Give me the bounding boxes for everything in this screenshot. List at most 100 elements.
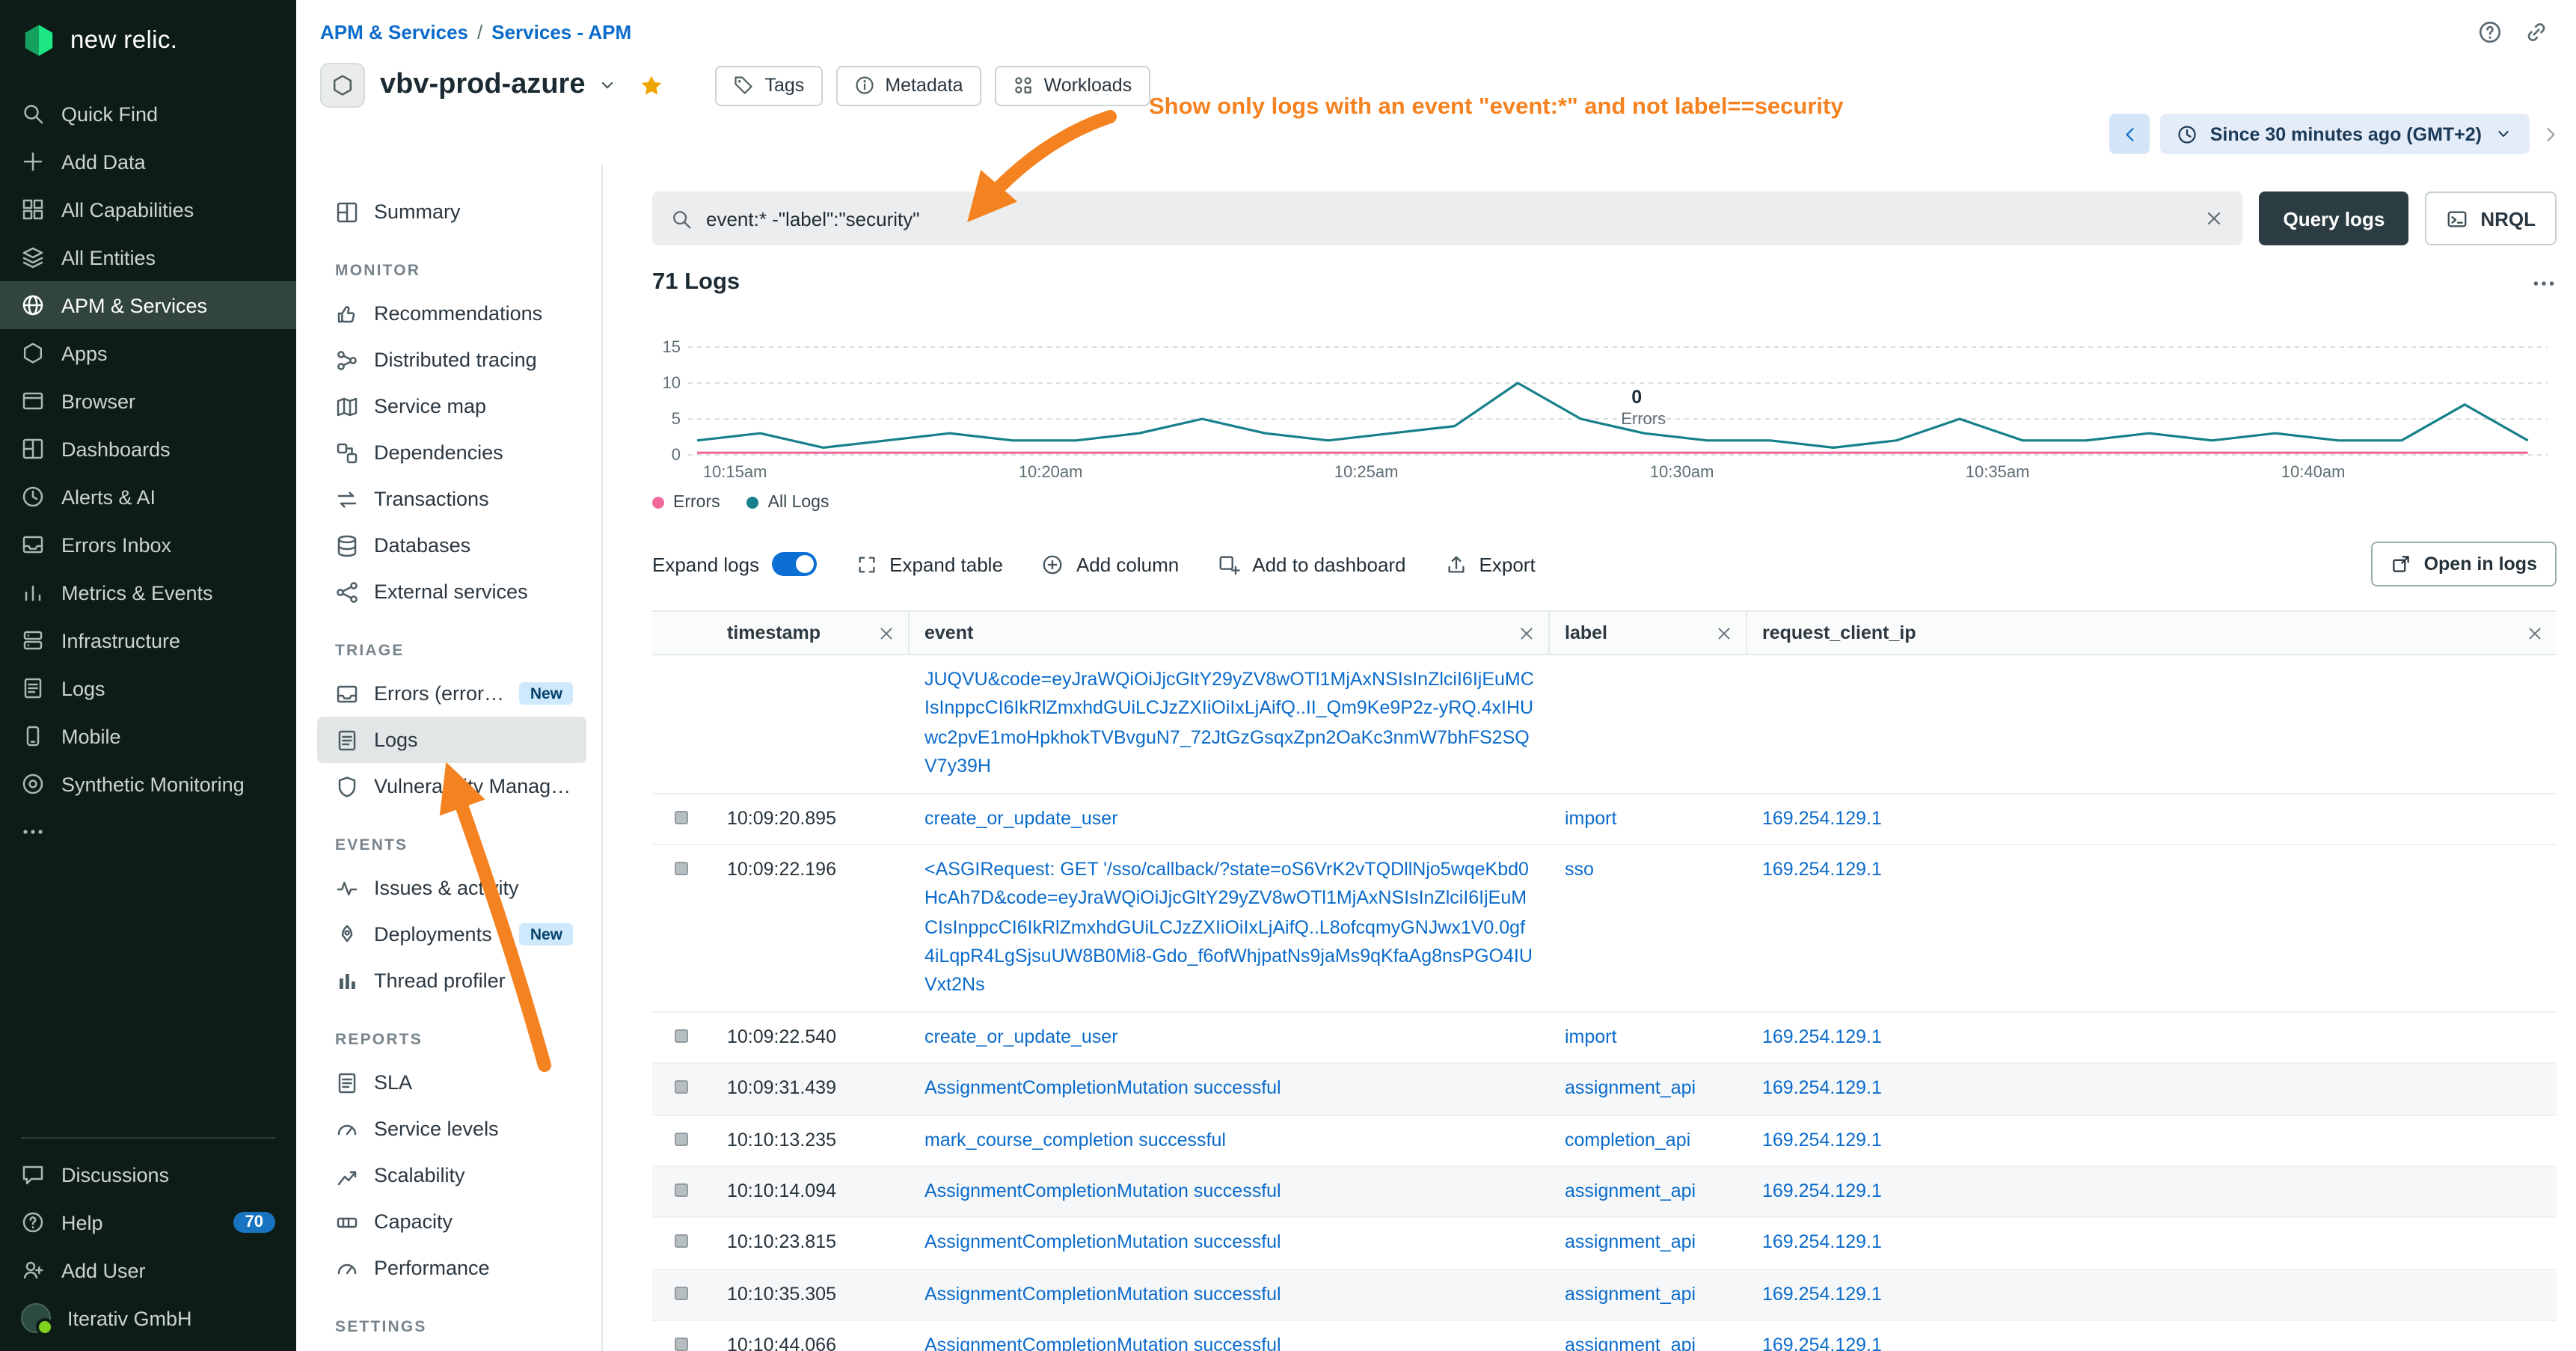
- entity-nav-item-service-map[interactable]: Service map: [317, 383, 586, 429]
- request-ip-link[interactable]: 169.254.129.1: [1762, 1335, 1882, 1351]
- global-nav-item-apm-services[interactable]: APM & Services: [0, 281, 296, 329]
- log-row[interactable]: 10:10:23.815AssignmentCompletionMutation…: [652, 1219, 2557, 1270]
- entity-nav-item-performance[interactable]: Performance: [317, 1245, 586, 1291]
- event-link[interactable]: AssignmentCompletionMutation successful: [924, 1232, 1281, 1253]
- log-row[interactable]: 10:10:35.305AssignmentCompletionMutation…: [652, 1269, 2557, 1321]
- nrql-button[interactable]: NRQL: [2425, 192, 2557, 245]
- global-nav-item-synthetic-monitoring[interactable]: Synthetic Monitoring: [0, 760, 296, 808]
- global-nav-item-dashboards[interactable]: Dashboards: [0, 425, 296, 473]
- entity-nav-item-scalability[interactable]: Scalability: [317, 1152, 586, 1198]
- column-header-request-client-ip[interactable]: request_client_ip: [1747, 612, 2557, 654]
- label-link[interactable]: assignment_api: [1565, 1283, 1696, 1304]
- time-forward-button[interactable]: [2540, 123, 2561, 144]
- legend-item-errors[interactable]: Errors: [652, 494, 720, 512]
- query-input[interactable]: [706, 207, 2190, 230]
- entity-name[interactable]: vbv-prod-azure: [380, 69, 586, 102]
- request-ip-link[interactable]: 169.254.129.1: [1762, 1283, 1882, 1304]
- request-ip-link[interactable]: 169.254.129.1: [1762, 1026, 1882, 1047]
- workloads-button[interactable]: Workloads: [995, 65, 1150, 105]
- event-link[interactable]: AssignmentCompletionMutation successful: [924, 1283, 1281, 1304]
- log-row[interactable]: JUQVU&code=eyJraWQiOiJjcGltY29yZV8wOTl1M…: [652, 655, 2557, 794]
- request-ip-link[interactable]: 169.254.129.1: [1762, 807, 1882, 828]
- event-link[interactable]: AssignmentCompletionMutation successful: [924, 1335, 1281, 1351]
- entity-nav-item-vulnerability-management[interactable]: Vulnerability Management: [317, 763, 586, 809]
- global-nav-item-all-capabilities[interactable]: All Capabilities: [0, 186, 296, 233]
- entity-nav-item-recommendations[interactable]: Recommendations: [317, 290, 586, 337]
- global-nav-item-errors-inbox[interactable]: Errors Inbox: [0, 521, 296, 569]
- log-row[interactable]: 10:10:14.094AssignmentCompletionMutation…: [652, 1167, 2557, 1219]
- metadata-button[interactable]: Metadata: [835, 65, 981, 105]
- add-to-dashboard-button[interactable]: Add to dashboard: [1218, 553, 1405, 575]
- expand-logs-control[interactable]: Expand logs: [652, 552, 816, 576]
- tags-button[interactable]: Tags: [716, 65, 823, 105]
- global-nav-item-add-data[interactable]: Add Data: [0, 138, 296, 186]
- time-picker[interactable]: Since 30 minutes ago (GMT+2): [2161, 114, 2530, 154]
- add-column-button[interactable]: Add column: [1042, 553, 1179, 575]
- row-handle-icon[interactable]: [675, 1029, 688, 1043]
- event-link[interactable]: AssignmentCompletionMutation successful: [924, 1180, 1281, 1201]
- column-header-label[interactable]: label: [1550, 612, 1747, 654]
- global-nav-item-iterativ-gmbh[interactable]: Iterativ GmbH: [0, 1294, 296, 1342]
- request-ip-link[interactable]: 169.254.129.1: [1762, 1180, 1882, 1201]
- global-nav-item-apps[interactable]: Apps: [0, 329, 296, 377]
- row-handle-icon[interactable]: [675, 1235, 688, 1249]
- expand-logs-toggle[interactable]: [771, 552, 816, 576]
- global-nav-item-add-user[interactable]: Add User: [0, 1246, 296, 1294]
- global-nav-item-quick-find[interactable]: Quick Find: [0, 90, 296, 138]
- event-link[interactable]: <ASGIRequest: GET '/sso/callback/?state=…: [924, 859, 1533, 996]
- row-handle-icon[interactable]: [675, 1286, 688, 1299]
- log-row[interactable]: 10:09:31.439AssignmentCompletionMutation…: [652, 1064, 2557, 1115]
- label-link[interactable]: assignment_api: [1565, 1335, 1696, 1351]
- clear-query-icon[interactable]: [2204, 208, 2224, 229]
- time-back-button[interactable]: [2110, 114, 2150, 154]
- help-icon[interactable]: [2477, 19, 2503, 45]
- global-nav-item-all-entities[interactable]: All Entities: [0, 233, 296, 281]
- request-ip-link[interactable]: 169.254.129.1: [1762, 1129, 1882, 1150]
- request-ip-link[interactable]: 169.254.129.1: [1762, 1232, 1882, 1253]
- entity-nav-item-sla[interactable]: SLA: [317, 1059, 586, 1106]
- global-nav-item-metrics-events[interactable]: Metrics & Events: [0, 569, 296, 616]
- row-handle-icon[interactable]: [675, 1183, 688, 1197]
- label-link[interactable]: completion_api: [1565, 1129, 1690, 1150]
- entity-nav-item-capacity[interactable]: Capacity: [317, 1198, 586, 1245]
- entity-nav-item-issues-activity[interactable]: Issues & activity: [317, 865, 586, 911]
- breadcrumb-link[interactable]: APM & Services: [320, 21, 468, 43]
- event-link[interactable]: JUQVU&code=eyJraWQiOiJjcGltY29yZV8wOTl1M…: [924, 669, 1534, 776]
- favorite-star-icon[interactable]: [640, 73, 665, 98]
- global-nav-item-more[interactable]: [0, 808, 296, 856]
- brand[interactable]: new relic.: [0, 0, 296, 78]
- label-link[interactable]: import: [1565, 807, 1616, 828]
- label-link[interactable]: assignment_api: [1565, 1232, 1696, 1253]
- label-link[interactable]: sso: [1565, 859, 1594, 880]
- log-row[interactable]: 10:09:22.540create_or_update_userimport1…: [652, 1013, 2557, 1064]
- entity-nav-item-errors-errors-inb[interactable]: Errors (errors inb...New: [317, 670, 586, 717]
- event-link[interactable]: create_or_update_user: [924, 1026, 1118, 1047]
- row-handle-icon[interactable]: [675, 1132, 688, 1145]
- global-nav-item-logs[interactable]: Logs: [0, 664, 296, 712]
- row-handle-icon[interactable]: [675, 862, 688, 875]
- log-row[interactable]: 10:10:13.235mark_course_completion succe…: [652, 1115, 2557, 1167]
- export-button[interactable]: Export: [1445, 553, 1536, 575]
- entity-dropdown-caret[interactable]: [598, 75, 619, 96]
- entity-nav-item-thread-profiler[interactable]: Thread profiler: [317, 958, 586, 1004]
- entity-nav-item-external-services[interactable]: External services: [317, 569, 586, 615]
- entity-nav-item-summary[interactable]: Summary: [317, 189, 586, 235]
- global-nav-item-discussions[interactable]: Discussions: [0, 1151, 296, 1198]
- entity-nav-item-databases[interactable]: Databases: [317, 522, 586, 569]
- entity-nav-item-dependencies[interactable]: Dependencies: [317, 429, 586, 476]
- entity-nav-item-service-levels[interactable]: Service levels: [317, 1106, 586, 1152]
- expand-table-button[interactable]: Expand table: [855, 553, 1003, 575]
- log-row[interactable]: 10:09:20.895create_or_update_userimport1…: [652, 794, 2557, 845]
- global-nav-item-alerts-ai[interactable]: Alerts & AI: [0, 473, 296, 521]
- event-link[interactable]: mark_course_completion successful: [924, 1129, 1226, 1150]
- row-handle-icon[interactable]: [675, 1338, 688, 1351]
- event-link[interactable]: AssignmentCompletionMutation successful: [924, 1077, 1281, 1098]
- event-link[interactable]: create_or_update_user: [924, 807, 1118, 828]
- log-row[interactable]: 10:09:22.196<ASGIRequest: GET '/sso/call…: [652, 845, 2557, 1013]
- row-handle-icon[interactable]: [675, 1080, 688, 1094]
- global-nav-item-browser[interactable]: Browser: [0, 377, 296, 425]
- entity-nav-item-transactions[interactable]: Transactions: [317, 476, 586, 522]
- request-ip-link[interactable]: 169.254.129.1: [1762, 859, 1882, 880]
- logs-volume-chart[interactable]: 05101510:15am10:20am10:25am10:30am10:35a…: [652, 311, 2557, 485]
- breadcrumb-link[interactable]: Services - APM: [491, 21, 631, 43]
